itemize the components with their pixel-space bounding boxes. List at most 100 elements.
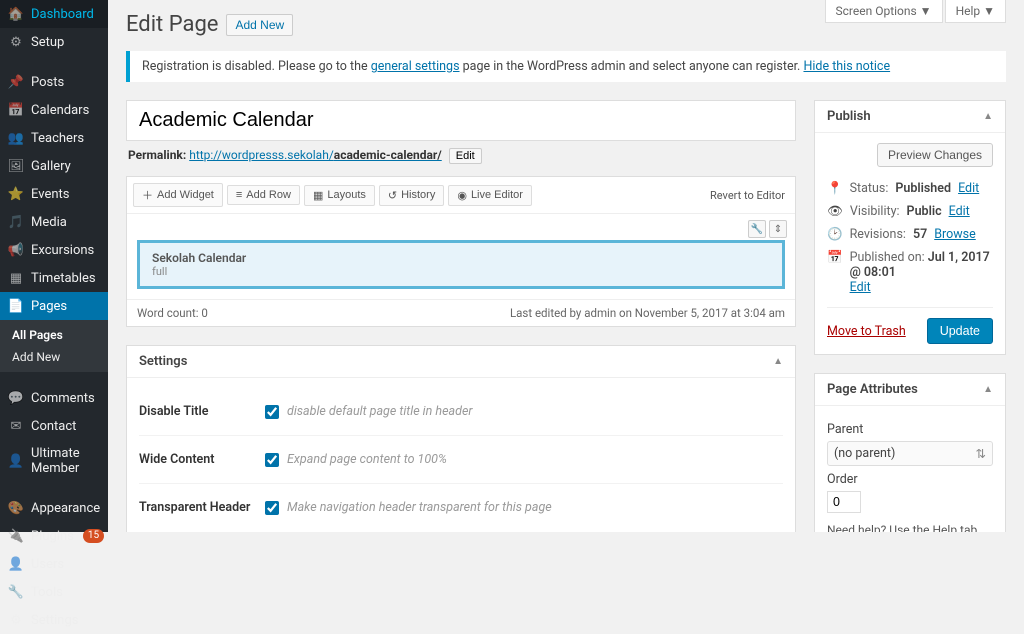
screen-options-button[interactable]: Screen Options ▼ (825, 0, 943, 23)
sidebar-item-ultimate-member[interactable]: 👤 Ultimate Member (0, 440, 108, 482)
eye-icon: ◉ (457, 189, 467, 202)
sidebar-item-posts[interactable]: 📌Posts (0, 68, 108, 96)
sidebar-item-calendars[interactable]: 📅Calendars (0, 96, 108, 124)
sidebar-item-label: Setup (31, 35, 64, 50)
sidebar-item-pages[interactable]: 📄 Pages (0, 292, 108, 320)
gear-icon: ⚙ (8, 34, 24, 50)
order-input[interactable] (827, 491, 861, 513)
admin-sidebar: 🏠Dashboard ⚙ Setup 📌Posts📅Calendars👥Teacher… (0, 0, 108, 532)
sidebar-item-label: Plugins (31, 529, 74, 544)
sidebar-item-timetables[interactable]: ▦Timetables (0, 264, 108, 292)
sidebar-item-users[interactable]: 👤 Users (0, 550, 108, 578)
widget-title: Sekolah Calendar (152, 251, 770, 265)
preview-changes-button[interactable]: Preview Changes (877, 143, 993, 167)
publish-metabox: Publish ▲ Preview Changes 📍Status: Publi… (814, 100, 1006, 355)
sidebar-item-label: Timetables (31, 271, 96, 286)
add-row-button[interactable]: ≡Add Row (227, 185, 300, 205)
widget-subtitle: full (152, 265, 770, 278)
sidebar-item-setup[interactable]: ⚙ Setup (0, 28, 108, 56)
main-content: Screen Options ▼ Help ▼ Edit Page Add Ne… (108, 0, 1024, 532)
add-new-button[interactable]: Add New (226, 14, 293, 36)
row-move-icon[interactable]: ⇕ (769, 220, 787, 238)
live-editor-button[interactable]: ◉Live Editor (448, 185, 532, 206)
help-button[interactable]: Help ▼ (945, 0, 1006, 23)
sidebar-item-label: Users (31, 557, 64, 572)
general-settings-link[interactable]: general settings (371, 59, 460, 74)
sidebar-item-teachers[interactable]: 👥Teachers (0, 124, 108, 152)
history-button[interactable]: ↺History (379, 185, 444, 206)
sidebar-subitem-add-new[interactable]: Add New (0, 346, 108, 368)
title-input-wrap (126, 100, 796, 141)
update-button[interactable]: Update (927, 318, 993, 344)
chevron-up-icon: ▲ (983, 111, 993, 122)
rows-icon: ≡ (236, 189, 242, 201)
setting-description: disable default page title in header (287, 404, 472, 419)
sidebar-item-label: Comments (31, 391, 95, 406)
sidebar-item-label: Contact (31, 419, 76, 434)
user-icon: 👤 (8, 453, 24, 469)
dashboard-icon: 🏠 (8, 6, 24, 22)
settings-metabox: Settings ▲ Disable Titledisable default … (126, 345, 796, 532)
setting-checkbox[interactable] (265, 405, 279, 419)
chevron-up-icon: ▲ (773, 356, 783, 367)
permalink-edit-button[interactable]: Edit (449, 148, 482, 164)
settings-row-wide-content: Wide ContentExpand page content to 100% (139, 436, 783, 484)
edit-visibility-link[interactable]: Edit (949, 204, 970, 219)
layouts-button[interactable]: ▦Layouts (304, 185, 375, 206)
sidebar-item-plugins[interactable]: 🔌Plugins15 (0, 522, 108, 550)
brush-icon: 🎨 (8, 500, 24, 516)
sidebar-item-label: Pages (31, 299, 67, 314)
settings-metabox-toggle[interactable]: Settings ▲ (127, 346, 795, 378)
widget-row[interactable]: Sekolah Calendar full (137, 240, 785, 289)
setting-label: Transparent Header (139, 500, 265, 515)
page-icon: 📄 (8, 298, 24, 314)
sidebar-item-media[interactable]: 🎵Media (0, 208, 108, 236)
key-icon: 📍 (827, 181, 843, 196)
plus-icon: ＋ (142, 187, 153, 203)
move-to-trash-link[interactable]: Move to Trash (827, 324, 906, 339)
post-title-input[interactable] (127, 101, 795, 140)
sidebar-item-settings[interactable]: ⚙Settings (0, 606, 108, 634)
notice-registration: Registration is disabled. Please go to t… (126, 51, 1006, 82)
sliders-icon: ⚙ (8, 612, 24, 628)
user-icon: 👤 (8, 556, 24, 572)
settings-row-transparent-header: Transparent HeaderMake navigation header… (139, 484, 783, 531)
row-edit-icon[interactable]: 🔧 (748, 220, 766, 238)
sidebar-subitem-all-pages[interactable]: All Pages (0, 324, 108, 346)
image-icon: 🖼 (8, 158, 24, 174)
last-edited: Last edited by admin on November 5, 2017… (510, 306, 785, 320)
word-count: Word count: 0 (137, 306, 208, 320)
setting-description: Expand page content to 100% (287, 452, 447, 467)
edit-status-link[interactable]: Edit (958, 181, 979, 196)
sidebar-item-excursions[interactable]: 📢Excursions (0, 236, 108, 264)
add-widget-button[interactable]: ＋Add Widget (133, 183, 223, 207)
setting-checkbox[interactable] (265, 453, 279, 467)
revert-link[interactable]: Revert to Editor (710, 189, 789, 202)
settings-row-disable-title: Disable Titledisable default page title … (139, 388, 783, 436)
comment-icon: 💬 (8, 390, 24, 406)
publish-metabox-toggle[interactable]: Publish ▲ (815, 101, 1005, 133)
page-attributes-metabox: Page Attributes ▲ Parent (no parent) Ord… (814, 373, 1006, 532)
grid-icon: ▦ (313, 189, 323, 202)
sidebar-item-comments[interactable]: 💬 Comments (0, 384, 108, 412)
sidebar-item-tools[interactable]: 🔧Tools (0, 578, 108, 606)
browse-revisions-link[interactable]: Browse (934, 227, 976, 242)
sidebar-item-appearance[interactable]: 🎨Appearance (0, 494, 108, 522)
plug-icon: 🔌 (8, 528, 24, 544)
parent-select[interactable]: (no parent) (827, 441, 993, 466)
sidebar-item-label: Media (31, 215, 67, 230)
sidebar-item-dashboard[interactable]: 🏠Dashboard (0, 0, 108, 28)
sidebar-item-label: Ultimate Member (31, 446, 100, 476)
setting-checkbox[interactable] (265, 501, 279, 515)
page-attributes-toggle[interactable]: Page Attributes ▲ (815, 374, 1005, 406)
sidebar-item-gallery[interactable]: 🖼Gallery (0, 152, 108, 180)
sidebar-item-events[interactable]: ⭐Events (0, 180, 108, 208)
permalink-link[interactable]: http://wordpresss.sekolah/academic-calen… (189, 148, 442, 162)
hide-notice-link[interactable]: Hide this notice (803, 59, 890, 74)
sidebar-item-label: Excursions (31, 243, 94, 258)
edit-date-link[interactable]: Edit (850, 280, 871, 295)
permalink-row: Permalink: http://wordpresss.sekolah/aca… (126, 144, 796, 176)
parent-label: Parent (827, 422, 993, 437)
chevron-up-icon: ▲ (983, 384, 993, 395)
sidebar-item-contact[interactable]: ✉Contact (0, 412, 108, 440)
